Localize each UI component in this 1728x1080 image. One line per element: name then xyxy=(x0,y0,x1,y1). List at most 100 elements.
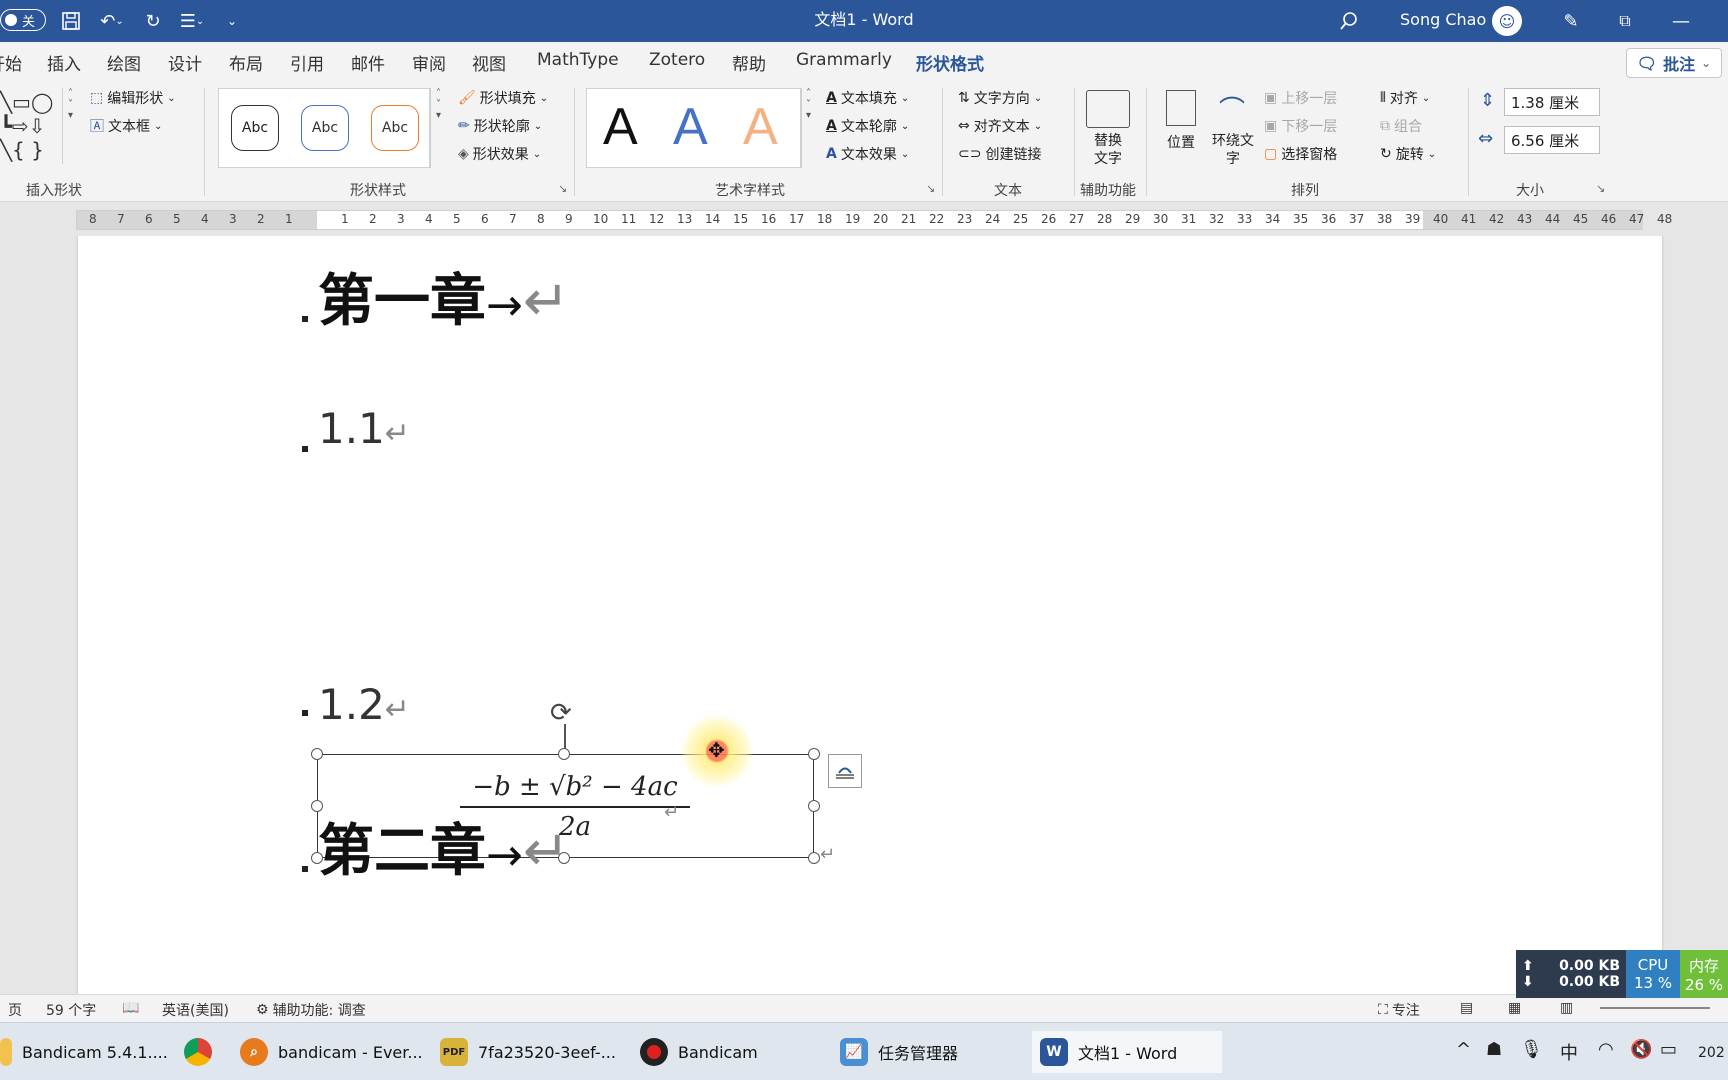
ime-indicator[interactable]: 中 xyxy=(1560,1039,1578,1065)
undo-icon[interactable]: ↶ ⌄ xyxy=(94,8,130,34)
alt-text-button[interactable]: 替换 文字 xyxy=(1078,132,1138,168)
position-icon[interactable] xyxy=(1166,90,1196,126)
taskbar-item-chrome[interactable] xyxy=(184,1031,212,1073)
heading-section-1-2[interactable]: 1.2↵ xyxy=(318,680,410,729)
zoom-slider[interactable] xyxy=(1600,1007,1710,1009)
search-icon[interactable] xyxy=(1334,8,1364,34)
rotate-button[interactable]: ↻ 旋转 ⌄ xyxy=(1380,144,1436,164)
tab-shape-format[interactable]: 形状格式 xyxy=(916,50,984,83)
wordart-style-3[interactable]: A xyxy=(743,97,778,157)
dialog-launcher-icon[interactable]: ↘ xyxy=(1596,182,1605,195)
rotate-handle-icon[interactable]: ⟳ xyxy=(550,698,572,728)
wifi-icon[interactable]: ◠ xyxy=(1598,1039,1614,1060)
selection-pane-button[interactable]: ▢ 选择窗格 xyxy=(1264,144,1337,164)
tab-mathtype[interactable]: MathType xyxy=(537,50,619,70)
wrap-text-icon[interactable]: ⌒ xyxy=(1214,90,1250,126)
shape-styles-scroll[interactable]: ˄ ˅ ▾ xyxy=(430,88,446,168)
layout-options-icon[interactable] xyxy=(828,754,862,788)
taskbar-item-pdf[interactable]: PDF 7fa23520-3eef-... xyxy=(440,1031,616,1073)
wordart-style-1[interactable]: A xyxy=(603,97,638,157)
minimize-icon[interactable]: — xyxy=(1666,8,1696,34)
tab-grammarly[interactable]: Grammarly xyxy=(796,50,892,70)
group-button[interactable]: ⧉ 组合 xyxy=(1380,116,1422,136)
tab-design[interactable]: 设计 xyxy=(168,50,202,75)
wordart-gallery[interactable]: A A A xyxy=(586,88,802,168)
align-text-button[interactable]: ⇔ 对齐文本 ⌄ xyxy=(958,116,1042,136)
text-effects-button[interactable]: A 文本效果 ⌄ xyxy=(826,144,909,164)
page-indicator[interactable]: 页 xyxy=(8,1000,22,1020)
resize-handle-top-right[interactable] xyxy=(808,748,820,760)
wordart-scroll[interactable]: ˄ ˅ ▾ xyxy=(800,88,816,168)
redo-icon[interactable]: ↻ xyxy=(140,8,166,34)
read-mode-icon[interactable]: ▤ xyxy=(1460,1000,1473,1016)
bring-forward-button[interactable]: ▣ 上移一层 xyxy=(1264,88,1337,108)
shape-height-input[interactable]: 1.38 厘米 xyxy=(1504,88,1600,116)
wrap-text-button[interactable]: 环绕文 字 xyxy=(1206,132,1260,168)
shape-style-3[interactable]: Abc xyxy=(371,105,419,151)
text-outline-button[interactable]: A 文本轮廓 ⌄ xyxy=(826,116,909,136)
shape-width-input[interactable]: 6.56 厘米 xyxy=(1504,126,1600,154)
resize-handle-right[interactable] xyxy=(808,800,820,812)
avatar[interactable]: ☺ xyxy=(1492,6,1522,36)
comment-button[interactable]: 🗨 批注 ⌄ xyxy=(1626,48,1722,78)
show-hidden-icons-chevron[interactable]: ^ xyxy=(1456,1039,1471,1060)
align-button[interactable]: ⫴ 对齐 ⌄ xyxy=(1380,88,1430,108)
text-fill-button[interactable]: A 文本填充 ⌄ xyxy=(826,88,909,108)
taskbar-item-bandicam[interactable]: Bandicam xyxy=(640,1031,758,1073)
tab-review[interactable]: 审阅 xyxy=(412,50,446,75)
heading-section-1-1[interactable]: 1.1↵ xyxy=(318,404,410,453)
customize-qat-icon[interactable]: ⌄ xyxy=(222,8,242,34)
tab-references[interactable]: 引用 xyxy=(290,50,324,75)
battery-icon[interactable]: ▭ xyxy=(1660,1039,1677,1060)
tab-view[interactable]: 视图 xyxy=(472,50,506,75)
tab-help[interactable]: 帮助 xyxy=(732,50,766,75)
microphone-icon[interactable]: 🎙 xyxy=(1520,1039,1543,1060)
tab-zotero[interactable]: Zotero xyxy=(649,50,705,70)
tab-draw[interactable]: 绘图 xyxy=(107,50,141,75)
dialog-launcher-icon[interactable]: ↘ xyxy=(558,182,567,195)
resize-handle-top-left[interactable] xyxy=(311,748,323,760)
tab-home[interactable]: 开始 xyxy=(0,50,22,75)
web-layout-icon[interactable]: ▥ xyxy=(1560,1000,1573,1016)
horizontal-ruler[interactable]: 8 7 6 5 4 3 2 1 1 2 3 4 5 6 7 8 9 10 11 12 13 14 15 16 17 18 19 20 2… xyxy=(0,202,1728,236)
tab-mailings[interactable]: 邮件 xyxy=(351,50,385,75)
ribbon-display-icon[interactable]: ⧉ xyxy=(1610,8,1640,34)
heading-chapter-1[interactable]: 第一章→↵ xyxy=(318,256,570,337)
list-icon[interactable]: ☰ ⌄ xyxy=(172,8,212,34)
proofing-icon[interactable]: 📖 xyxy=(122,1000,139,1016)
position-button[interactable]: 位置 xyxy=(1158,132,1204,152)
taskbar-item-word[interactable]: W 文档1 - Word xyxy=(1032,1031,1222,1073)
shape-fill-button[interactable]: 🖌 形状填充 ⌄ xyxy=(458,88,548,108)
textbox-button[interactable]: 🄰 文本框 ⌄ xyxy=(90,116,162,136)
alt-text-icon[interactable] xyxy=(1086,90,1130,128)
focus-button[interactable]: ⛶ 专注 xyxy=(1378,1000,1420,1020)
shape-styles-gallery[interactable]: Abc Abc Abc xyxy=(218,88,430,168)
volume-muted-icon[interactable]: 🔇 xyxy=(1630,1039,1652,1060)
wordart-style-2[interactable]: A xyxy=(673,97,708,157)
shapes-gallery-scroll[interactable]: ˄ ˅ ▾ xyxy=(62,88,78,164)
shape-style-1[interactable]: Abc xyxy=(231,105,279,151)
send-backward-button[interactable]: ▣ 下移一层 xyxy=(1264,116,1337,136)
pen-icon[interactable]: ✎ xyxy=(1556,8,1586,34)
tab-insert[interactable]: 插入 xyxy=(47,50,81,75)
shapes-gallery[interactable]: ╲▭◯ ┗⇨⇩ ╲{ } xyxy=(0,90,64,162)
taskbar-item-everything[interactable]: ⌕ bandicam - Ever... xyxy=(240,1031,423,1073)
tray-app-icon[interactable]: ☗ xyxy=(1486,1039,1502,1060)
word-count[interactable]: 59 个字 xyxy=(46,1000,96,1020)
accessibility-status[interactable]: ⚙ 辅助功能: 调查 xyxy=(256,1000,366,1020)
shape-outline-button[interactable]: ✏ 形状轮廓 ⌄ xyxy=(458,116,542,136)
save-icon[interactable] xyxy=(58,8,84,34)
heading-chapter-2[interactable]: 第二章→↵ xyxy=(318,806,570,887)
autosave-toggle[interactable]: 关 xyxy=(0,9,46,31)
edit-shape-button[interactable]: ⬚ 编辑形状 ⌄ xyxy=(90,88,176,108)
text-direction-button[interactable]: ⇅ 文字方向 ⌄ xyxy=(958,88,1042,108)
shape-effects-button[interactable]: ◈ 形状效果 ⌄ xyxy=(458,144,541,164)
language-indicator[interactable]: 英语(美国) xyxy=(162,1000,229,1020)
shape-style-2[interactable]: Abc xyxy=(301,105,349,151)
resize-handle-bottom-right[interactable] xyxy=(808,852,820,864)
create-link-button[interactable]: ⊂⊃ 创建链接 xyxy=(958,144,1041,164)
clock[interactable]: 202 xyxy=(1698,1045,1725,1061)
document-page[interactable] xyxy=(78,236,1662,994)
taskbar-item-bandicam-folder[interactable]: Bandicam 5.4.1.... xyxy=(0,1031,168,1073)
resize-handle-top[interactable] xyxy=(558,748,570,760)
